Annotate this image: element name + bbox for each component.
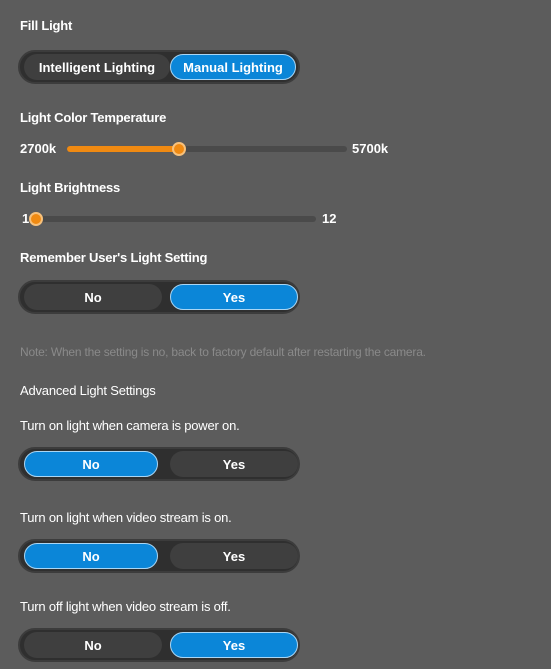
stream-off-yes-option[interactable]: Yes [170,632,298,658]
fill-light-panel: Fill Light Intelligent Lighting Manual L… [0,0,551,669]
stream-on-yes-option[interactable]: Yes [170,543,298,569]
power-on-label: Turn on light when camera is power on. [20,418,240,433]
brightness-slider[interactable] [29,212,316,226]
power-on-no-option[interactable]: No [24,451,158,477]
power-on-yes-option[interactable]: Yes [170,451,298,477]
power-on-toggle: No Yes [18,447,300,481]
stream-off-no-option[interactable]: No [24,632,162,658]
remember-setting-label: Remember User's Light Setting [20,250,208,265]
lighting-mode-toggle: Intelligent Lighting Manual Lighting [18,50,300,84]
fill-light-title: Fill Light [20,18,73,33]
stream-on-no-option[interactable]: No [24,543,158,569]
color-temperature-thumb[interactable] [172,142,186,156]
brightness-max: 12 [322,211,337,226]
color-temperature-fill [67,146,179,152]
stream-on-toggle: No Yes [18,539,300,573]
stream-off-toggle: No Yes [18,628,300,662]
color-temperature-min: 2700k [20,141,57,156]
remember-no-option[interactable]: No [24,284,162,310]
brightness-label: Light Brightness [20,180,121,195]
color-temperature-slider[interactable] [67,142,347,156]
note-text: Note: When the setting is no, back to fa… [20,345,426,359]
remember-setting-toggle: No Yes [18,280,300,314]
stream-off-label: Turn off light when video stream is off. [20,599,231,614]
color-temperature-max: 5700k [352,141,389,156]
stream-on-label: Turn on light when video stream is on. [20,510,232,525]
manual-lighting-option[interactable]: Manual Lighting [170,54,296,80]
intelligent-lighting-option[interactable]: Intelligent Lighting [24,54,170,80]
color-temperature-label: Light Color Temperature [20,110,167,125]
advanced-settings-title: Advanced Light Settings [20,383,156,398]
remember-yes-option[interactable]: Yes [170,284,298,310]
brightness-thumb[interactable] [29,212,43,226]
